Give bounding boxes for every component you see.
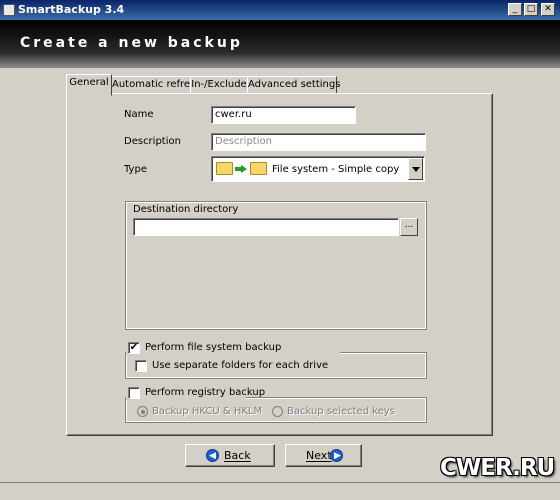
next-button[interactable]: Next ▶	[285, 444, 362, 467]
browse-button[interactable]: ...	[400, 218, 418, 236]
backup-hkcu-hklm-label: Backup HKCU & HKLM	[152, 406, 263, 417]
title-bar: SmartBackup 3.4 _ □ ✕	[0, 0, 560, 20]
type-select-value: File system - Simple copy	[272, 164, 400, 175]
destination-label: Destination directory	[132, 204, 240, 215]
type-select[interactable]: File system - Simple copy	[211, 156, 425, 182]
name-input[interactable]: cwer.ru	[211, 106, 356, 124]
fs-backup-label: Perform file system backup	[145, 342, 282, 353]
backup-hkcu-hklm-radio[interactable]	[137, 406, 148, 417]
separate-folders-label: Use separate folders for each drive	[152, 360, 329, 371]
window-title: SmartBackup 3.4	[18, 3, 125, 16]
destination-input[interactable]	[133, 218, 399, 236]
fs-backup-checkbox[interactable]: ✔	[128, 342, 140, 354]
chevron-down-icon	[412, 167, 420, 172]
wizard-header: Create a new backup	[0, 20, 560, 68]
tab-general[interactable]: General	[66, 74, 112, 96]
back-button[interactable]: ◀ Back	[185, 444, 275, 467]
type-label: Type	[124, 164, 147, 175]
backup-selected-keys-radio[interactable]	[272, 406, 283, 417]
radio-dot	[141, 410, 145, 414]
arrow-left-icon: ◀	[206, 449, 219, 462]
maximize-button[interactable]: □	[524, 3, 538, 16]
minimize-button[interactable]: _	[508, 3, 522, 16]
next-button-label: Next	[306, 449, 332, 462]
folder-icon	[216, 162, 233, 175]
name-label: Name	[124, 109, 154, 120]
arrow-right-icon: ▶	[330, 449, 343, 462]
page-title: Create a new backup	[20, 35, 243, 51]
description-label: Description	[124, 136, 181, 147]
separate-folders-checkbox[interactable]	[135, 360, 147, 372]
app-icon	[3, 4, 15, 16]
dropdown-button[interactable]	[408, 158, 423, 180]
folder-icon	[250, 162, 267, 175]
description-input[interactable]: Description	[211, 133, 426, 151]
back-button-label: Back	[224, 449, 251, 462]
watermark-logo: CWER.RU	[440, 455, 555, 481]
registry-backup-label: Perform registry backup	[145, 387, 266, 398]
arrow-right-icon	[235, 165, 247, 173]
check-icon: ✔	[129, 342, 139, 353]
backup-selected-keys-label: Backup selected keys	[287, 406, 395, 417]
registry-backup-checkbox[interactable]	[128, 387, 140, 399]
close-button[interactable]: ✕	[541, 3, 555, 16]
status-bar	[0, 482, 560, 500]
